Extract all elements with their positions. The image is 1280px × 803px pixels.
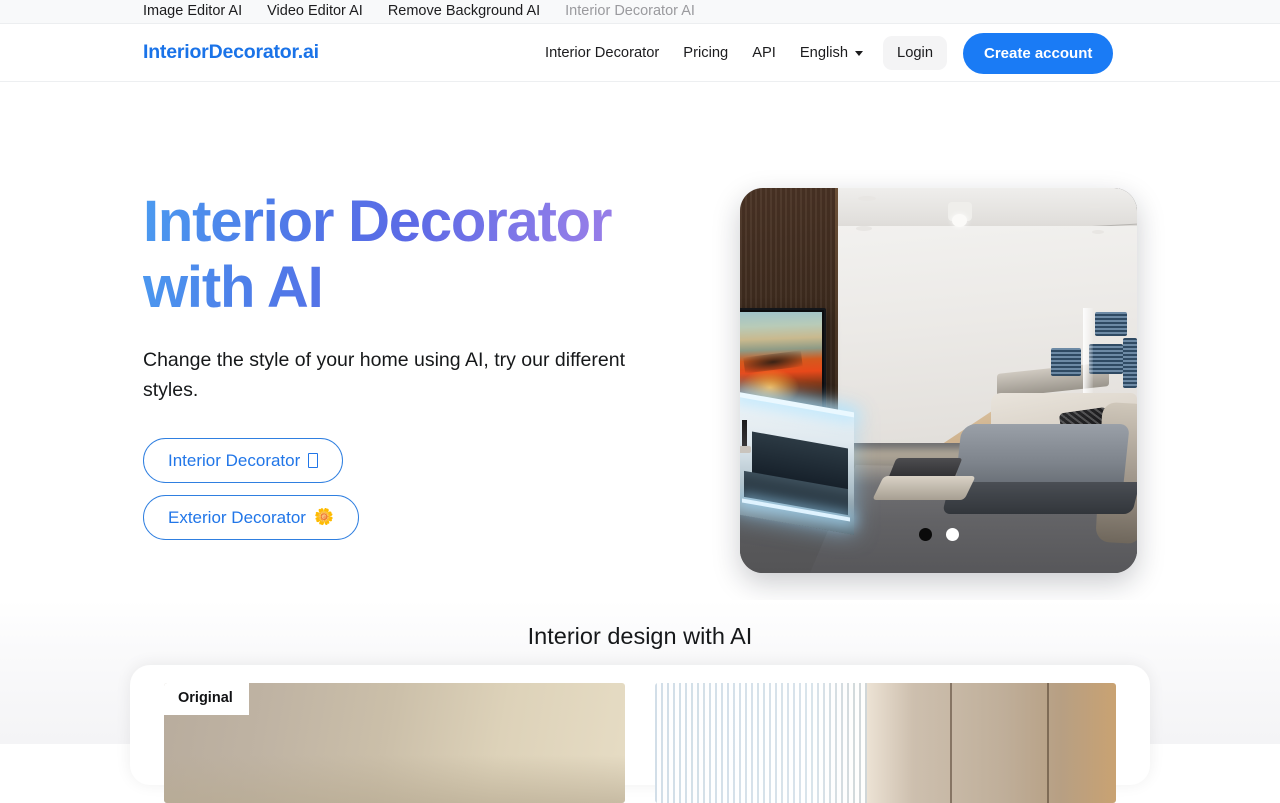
- living-room-illustration: [740, 188, 1137, 573]
- exterior-decorator-cta-label: Exterior Decorator: [168, 508, 306, 528]
- login-button[interactable]: Login: [883, 36, 947, 70]
- wall-shelf-box-1: [1095, 312, 1127, 336]
- ceiling-spotlight: [948, 202, 972, 227]
- original-badge: Original: [164, 683, 249, 715]
- hero-section: Interior Decorator with AI Change the st…: [0, 82, 1280, 600]
- nav-link-api[interactable]: API: [740, 45, 788, 61]
- exterior-decorator-cta-button[interactable]: Exterior Decorator 🌼: [143, 495, 359, 541]
- ceiling-light-4: [1092, 230, 1104, 234]
- carousel-dot-2[interactable]: [945, 528, 959, 541]
- hero-title: Interior Decorator with AI: [143, 189, 713, 320]
- hero-carousel-image[interactable]: [740, 188, 1137, 573]
- wall-shelf-box-2: [1051, 348, 1081, 376]
- topbar-link-image-editor-ai[interactable]: Image Editor AI: [143, 4, 242, 19]
- main-navigation: Interior Decorator Pricing API English L…: [545, 24, 1114, 82]
- language-selector-label: English: [799, 45, 849, 61]
- sofa-emoji-missing-glyph-icon: [308, 453, 319, 469]
- ottoman-base: [872, 476, 976, 500]
- window-blinds-detail: [655, 683, 868, 803]
- console-decor-object: [740, 420, 751, 453]
- original-room-image[interactable]: Original: [164, 683, 625, 803]
- sectional-sofa-base: [942, 482, 1137, 514]
- site-logo[interactable]: InteriorDecorator.ai: [143, 41, 319, 64]
- interior-decorator-cta-button[interactable]: Interior Decorator: [143, 438, 344, 484]
- language-selector[interactable]: English: [788, 45, 875, 61]
- topbar-link-video-editor-ai[interactable]: Video Editor AI: [267, 4, 363, 19]
- site-header: InteriorDecorator.ai Interior Decorator …: [0, 24, 1280, 82]
- carousel-dots: [740, 528, 1137, 541]
- blossom-emoji-icon: 🌼: [313, 508, 334, 526]
- wall-shelf-glow: [1083, 308, 1093, 398]
- ceiling-light-2: [856, 226, 872, 231]
- ceiling-light-1: [858, 196, 876, 201]
- wall-shelf-box-3: [1089, 344, 1123, 374]
- hero-cta-group: Interior Decorator Exterior Decorator 🌼: [143, 438, 713, 541]
- carousel-dot-1[interactable]: [918, 528, 932, 541]
- interior-decorator-cta-label: Interior Decorator: [168, 451, 301, 471]
- comparison-images: Original: [164, 683, 1116, 803]
- wall-shelf-box-4: [1123, 338, 1137, 388]
- ceiling-light-3: [1088, 204, 1102, 208]
- topbar-link-interior-decorator-ai[interactable]: Interior Decorator AI: [565, 4, 695, 19]
- hero-copy: Interior Decorator with AI Change the st…: [143, 189, 713, 541]
- section-title: Interior design with AI: [527, 623, 753, 649]
- create-account-button[interactable]: Create account: [962, 32, 1114, 74]
- top-utility-bar: Image Editor AI Video Editor AI Remove B…: [0, 0, 1280, 24]
- topbar-link-remove-background-ai[interactable]: Remove Background AI: [388, 4, 540, 19]
- nav-link-interior-decorator[interactable]: Interior Decorator: [545, 45, 671, 61]
- styled-room-image[interactable]: [655, 683, 1116, 803]
- chevron-down-icon: [855, 50, 864, 56]
- wall-seam-1: [950, 683, 953, 803]
- hero-subtitle: Change the style of your home using AI, …: [143, 349, 625, 402]
- wall-seam-2: [1046, 683, 1049, 803]
- comparison-card: Original: [130, 665, 1150, 803]
- nav-link-pricing[interactable]: Pricing: [671, 45, 740, 61]
